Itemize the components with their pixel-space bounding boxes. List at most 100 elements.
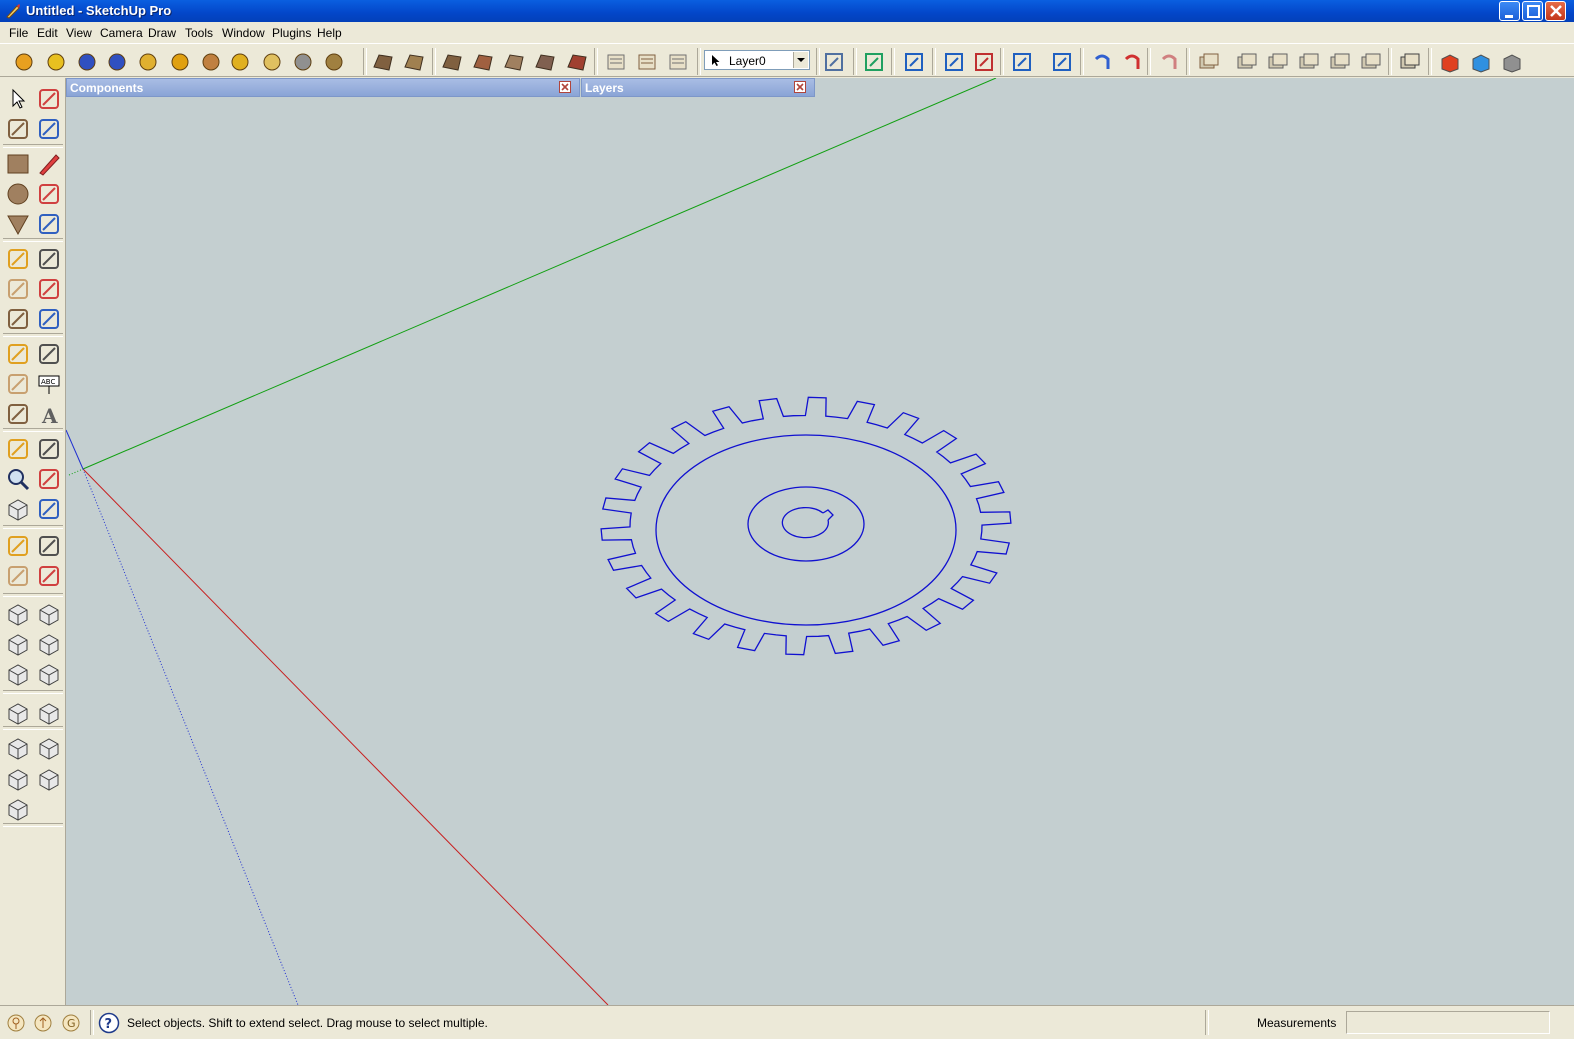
group-button[interactable] [1235, 51, 1259, 73]
push-down-button[interactable] [972, 51, 996, 73]
arc-tool[interactable] [36, 181, 62, 207]
m-button[interactable] [12, 51, 36, 73]
r-button[interactable] [75, 51, 99, 73]
follow-me-tool[interactable] [36, 276, 62, 302]
help-icon[interactable]: ? [98, 1012, 120, 1034]
drape-button[interactable] [502, 51, 526, 73]
measurements-input[interactable] [1346, 1011, 1550, 1034]
push-pull-tool[interactable] [36, 246, 62, 272]
shaded-tool[interactable] [36, 735, 62, 761]
column-button[interactable] [902, 51, 926, 73]
position-camera-tool[interactable] [5, 533, 31, 559]
ungroup-button[interactable] [1266, 51, 1290, 73]
add-detail-button[interactable] [533, 51, 557, 73]
push-up-button[interactable] [942, 51, 966, 73]
gear-teeth-outline[interactable] [600, 396, 1012, 656]
sandbox-from-contours-button[interactable] [371, 51, 395, 73]
pencil-tool[interactable] [36, 151, 62, 177]
wireframe-tool[interactable] [36, 700, 62, 726]
layers-panel-close-button[interactable] [794, 81, 806, 93]
face-button[interactable] [862, 51, 886, 73]
back-edges-tool[interactable] [5, 796, 31, 822]
solid-button[interactable] [1398, 51, 1422, 73]
move-button[interactable] [1328, 51, 1352, 73]
menu-help[interactable]: Help [317, 26, 342, 40]
component-blue-button[interactable] [1469, 51, 1493, 73]
sandbox-from-scratch-button[interactable] [402, 51, 426, 73]
eraser-tool[interactable] [36, 116, 62, 142]
front-view-tool[interactable] [36, 601, 62, 627]
rotate-tool[interactable] [5, 276, 31, 302]
components-panel-bar[interactable]: Components [66, 78, 580, 97]
pan-tool[interactable] [36, 436, 62, 462]
3d-text-tool[interactable]: A [36, 401, 62, 428]
section-button[interactable] [1197, 51, 1221, 73]
gear-bore[interactable] [781, 506, 829, 539]
maximize-button[interactable] [1522, 1, 1543, 21]
scene-canvas[interactable] [66, 78, 1574, 1005]
components-panel-close-button[interactable] [559, 81, 571, 93]
menu-file[interactable]: File [9, 26, 28, 40]
circle-button[interactable] [291, 51, 315, 73]
flip-edge-button[interactable] [565, 51, 589, 73]
menu-window[interactable]: Window [222, 26, 265, 40]
copy-button[interactable] [1297, 51, 1321, 73]
hidden-line-tool[interactable] [5, 735, 31, 761]
walk-tool[interactable] [5, 563, 31, 589]
label-button[interactable] [136, 51, 160, 73]
scale-button[interactable] [1010, 51, 1034, 73]
shaded-textures-tool[interactable] [5, 766, 31, 792]
previous-view-tool[interactable] [5, 496, 31, 522]
move-tool[interactable] [5, 246, 31, 272]
help-button[interactable] [105, 51, 129, 73]
redo-button[interactable] [1120, 51, 1144, 73]
paint-bucket-tool[interactable] [5, 116, 31, 142]
circle-tool[interactable] [5, 181, 31, 207]
monochrome-tool[interactable] [36, 766, 62, 792]
tape-measure-tool[interactable] [5, 341, 31, 367]
menu-plugins[interactable]: Plugins [272, 26, 311, 40]
polygon-tool[interactable] [5, 211, 31, 237]
smoove-button[interactable] [440, 51, 464, 73]
select-arrow-tool[interactable] [5, 86, 31, 112]
menu-edit[interactable]: Edit [37, 26, 58, 40]
flip-button[interactable] [1050, 51, 1074, 73]
freehand-tool[interactable] [36, 211, 62, 237]
make-component-tool[interactable] [36, 86, 62, 112]
section-plane-tool[interactable] [36, 563, 62, 589]
right-view-tool[interactable] [36, 631, 62, 657]
pin-button[interactable] [199, 51, 223, 73]
layer-info-button[interactable] [822, 51, 846, 73]
gear-keyway[interactable] [822, 509, 834, 521]
cloud-button[interactable] [260, 51, 284, 73]
cross-button[interactable] [322, 51, 346, 73]
layer-dropdown[interactable]: Layer0 [704, 50, 810, 70]
top-view-tool[interactable] [5, 631, 31, 657]
left-view-tool[interactable] [36, 661, 62, 687]
scale-tool[interactable] [5, 306, 31, 332]
layer-manager-button[interactable] [635, 51, 659, 73]
protractor-tool[interactable] [5, 371, 31, 397]
minimize-button[interactable] [1499, 1, 1520, 21]
look-around-tool[interactable] [36, 533, 62, 559]
undo-button[interactable] [1090, 51, 1114, 73]
menu-tools[interactable]: Tools [185, 26, 213, 40]
geo-location-icon[interactable] [6, 1013, 26, 1033]
menu-draw[interactable]: Draw [148, 26, 176, 40]
select-hand-button[interactable] [604, 51, 628, 73]
gear-drawing[interactable] [600, 396, 1012, 656]
iso-view-tool[interactable] [5, 601, 31, 627]
component-grey-button[interactable] [1500, 51, 1524, 73]
zoom-tool[interactable] [5, 466, 31, 492]
menu-camera[interactable]: Camera [100, 26, 143, 40]
x-ray-tool[interactable] [5, 700, 31, 726]
drawing-viewport[interactable]: Components Layers [66, 78, 1574, 1005]
zoom-window-tool[interactable] [36, 466, 62, 492]
text-tool[interactable]: ABC [36, 371, 62, 397]
orbit-tool[interactable] [5, 436, 31, 462]
back-view-tool[interactable] [5, 661, 31, 687]
dimension-tool[interactable] [36, 341, 62, 367]
arrow-button[interactable] [228, 51, 252, 73]
axes-tool[interactable] [5, 401, 31, 427]
sphere-button[interactable] [168, 51, 192, 73]
